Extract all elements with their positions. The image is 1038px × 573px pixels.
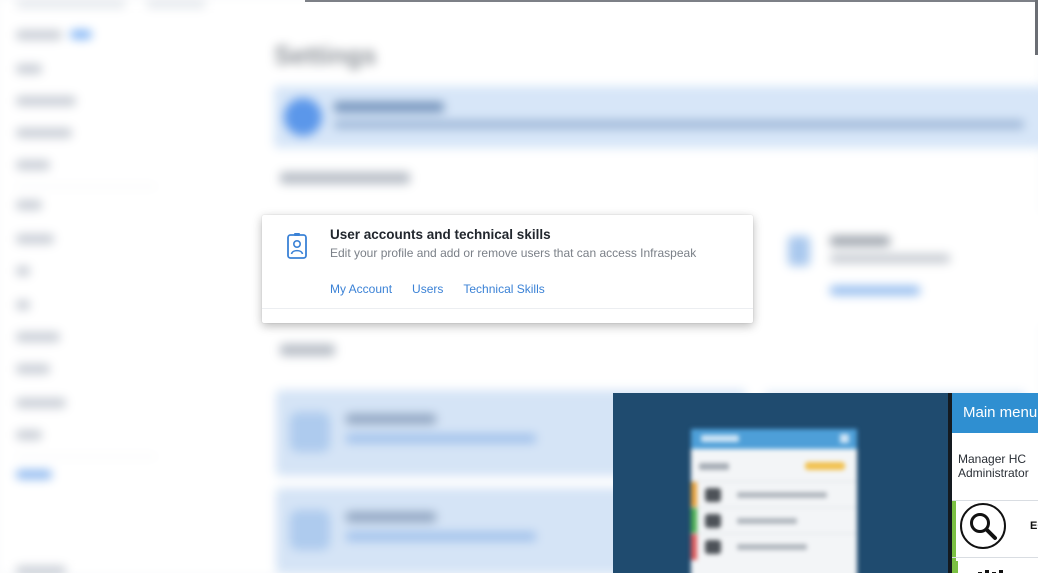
main-menu-title: Main menu — [963, 404, 1038, 421]
top-tabs — [0, 0, 300, 14]
menu-separator-2 — [952, 557, 1038, 558]
screen: Settings User accounts and technical ski… — [0, 0, 1038, 573]
main-menu-header: Main menu — [952, 393, 1038, 433]
info-banner — [274, 86, 1038, 148]
sidebar — [0, 14, 160, 573]
top-edge-line — [305, 0, 1035, 2]
dots-icon — [976, 565, 1006, 573]
phone-screen — [691, 429, 857, 573]
technical-skills-link[interactable]: Technical Skills — [463, 282, 544, 296]
menu-user-role: Administrator — [958, 466, 1029, 480]
menu-accent-stripe — [952, 501, 956, 561]
menu-accent-stripe-2 — [952, 561, 958, 573]
user-accounts-card: User accounts and technical skills Edit … — [262, 215, 753, 323]
settings-card-right — [768, 214, 1038, 324]
id-badge-icon — [286, 232, 308, 260]
menu-separator — [952, 500, 1038, 501]
search-icon[interactable] — [960, 503, 1006, 549]
card-links: My Account Users Technical Skills — [330, 282, 545, 296]
section-heading-2 — [280, 344, 335, 356]
menu-user-info: Manager HC Administrator — [958, 452, 1029, 480]
card-divider — [262, 308, 753, 309]
card-description: Edit your profile and add or remove user… — [330, 246, 697, 260]
main-menu-panel: Main menu Manager HC Administrator EC — [952, 393, 1038, 573]
blurred-phone-area — [613, 393, 948, 573]
mobile-video-inset: Main menu Manager HC Administrator EC — [613, 393, 1038, 573]
menu-item-label[interactable]: EC — [1030, 520, 1038, 532]
users-link[interactable]: Users — [412, 282, 443, 296]
menu-user-name: Manager HC — [958, 452, 1027, 466]
card-title: User accounts and technical skills — [330, 227, 551, 242]
section-heading — [280, 172, 410, 184]
page-title: Settings — [274, 40, 377, 70]
my-account-link[interactable]: My Account — [330, 282, 392, 296]
